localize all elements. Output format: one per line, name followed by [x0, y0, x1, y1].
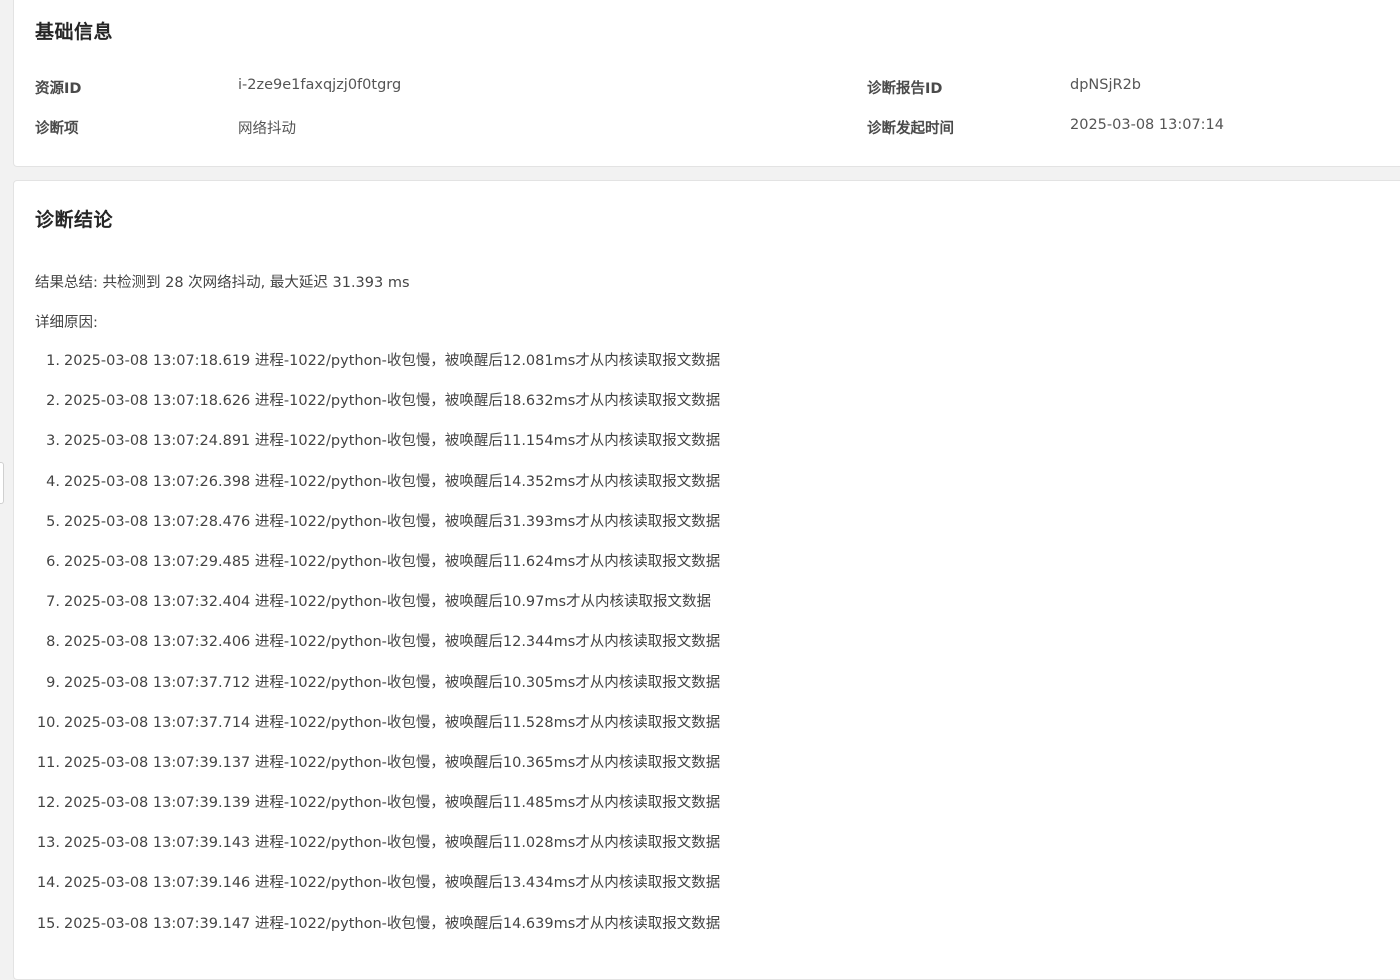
report-id-value: dpNSjR2b — [1070, 77, 1141, 93]
reason-item: 11. 2025-03-08 13:07:39.137 进程-1022/pytho… — [35, 753, 720, 793]
reason-number: 10. — [36, 714, 60, 731]
reason-item: 3. 2025-03-08 13:07:24.891 进程-1022/python… — [35, 431, 720, 471]
reason-text: 2025-03-08 13:07:32.404 进程-1022/python-收… — [64, 594, 712, 611]
reason-list: 1. 2025-03-08 13:07:18.619 进程-1022/python… — [35, 351, 720, 954]
diagnosis-item-value: 网络抖动 — [238, 121, 296, 137]
reason-text: 2025-03-08 13:07:39.143 进程-1022/python-收… — [64, 835, 721, 852]
reason-item: 1. 2025-03-08 13:07:18.619 进程-1022/python… — [35, 351, 720, 391]
reason-item: 4. 2025-03-08 13:07:26.398 进程-1022/python… — [35, 472, 720, 512]
reason-number: 8. — [46, 634, 60, 651]
basic-info-card: 基础信息 资源ID i-2ze9e1faxqjzj0f0tgrg 诊断报告ID … — [13, 0, 1400, 167]
diagnosis-item-label: 诊断项 — [35, 121, 79, 137]
reason-text: 2025-03-08 13:07:26.398 进程-1022/python-收… — [64, 473, 721, 490]
reason-text: 2025-03-08 13:07:18.619 进程-1022/python-收… — [64, 353, 721, 369]
report-id-label: 诊断报告ID — [867, 81, 943, 97]
reason-text: 2025-03-08 13:07:39.146 进程-1022/python-收… — [64, 875, 721, 892]
reason-text: 2025-03-08 13:07:32.406 进程-1022/python-收… — [64, 634, 721, 651]
reason-item: 8. 2025-03-08 13:07:32.406 进程-1022/python… — [35, 632, 720, 672]
basic-info-title: 基础信息 — [35, 21, 114, 43]
reason-item: 13. 2025-03-08 13:07:39.143 进程-1022/pytho… — [35, 833, 720, 873]
diagnosis-time-value: 2025-03-08 13:07:14 — [1070, 117, 1224, 133]
reason-number: 2. — [46, 393, 60, 410]
reason-number: 5. — [46, 513, 60, 530]
resource-id-label: 资源ID — [35, 81, 82, 97]
reason-item: 2. 2025-03-08 13:07:18.626 进程-1022/python… — [35, 391, 720, 431]
reason-number: 7. — [46, 594, 60, 611]
reason-item: 6. 2025-03-08 13:07:29.485 进程-1022/python… — [35, 552, 720, 592]
resource-id-value: i-2ze9e1faxqjzj0f0tgrg — [238, 77, 402, 93]
reason-text: 2025-03-08 13:07:37.714 进程-1022/python-收… — [64, 714, 721, 731]
reason-number: 9. — [46, 674, 60, 691]
reason-item: 15. 2025-03-08 13:07:39.147 进程-1022/pytho… — [35, 914, 720, 954]
reason-number: 12. — [36, 795, 60, 812]
reason-text: 2025-03-08 13:07:39.147 进程-1022/python-收… — [64, 915, 721, 932]
reason-item: 10. 2025-03-08 13:07:37.714 进程-1022/pytho… — [35, 713, 720, 753]
reason-number: 6. — [46, 553, 60, 570]
result-summary: 结果总结: 共检测到 28 次网络抖动, 最大延迟 31.393 ms — [35, 275, 410, 291]
reason-item: 12. 2025-03-08 13:07:39.139 进程-1022/pytho… — [35, 793, 720, 833]
reason-text: 2025-03-08 13:07:18.626 进程-1022/python-收… — [64, 393, 721, 410]
diagnosis-conclusion-card: 诊断结论 结果总结: 共检测到 28 次网络抖动, 最大延迟 31.393 ms… — [13, 180, 1400, 980]
reason-number: 15. — [36, 915, 60, 932]
reason-text: 2025-03-08 13:07:24.891 进程-1022/python-收… — [64, 433, 721, 450]
reason-number: 11. — [36, 754, 60, 771]
reason-item: 5. 2025-03-08 13:07:28.476 进程-1022/python… — [35, 512, 720, 552]
reason-number: 14. — [36, 875, 60, 892]
side-collapse-handle[interactable] — [0, 462, 4, 504]
reason-item: 7. 2025-03-08 13:07:32.404 进程-1022/python… — [35, 592, 720, 632]
reason-number: 1. — [46, 353, 60, 369]
reason-item: 14. 2025-03-08 13:07:39.146 进程-1022/pytho… — [35, 873, 720, 913]
reason-number: 3. — [46, 433, 60, 450]
reason-text: 2025-03-08 13:07:29.485 进程-1022/python-收… — [64, 553, 721, 570]
conclusion-title: 诊断结论 — [35, 209, 114, 231]
detail-reason-label: 详细原因: — [35, 315, 98, 331]
reason-item: 9. 2025-03-08 13:07:37.712 进程-1022/python… — [35, 673, 720, 713]
reason-number: 4. — [46, 473, 60, 490]
reason-text: 2025-03-08 13:07:37.712 进程-1022/python-收… — [64, 674, 721, 691]
reason-number: 13. — [36, 835, 60, 852]
reason-text: 2025-03-08 13:07:39.137 进程-1022/python-收… — [64, 754, 721, 771]
reason-text: 2025-03-08 13:07:39.139 进程-1022/python-收… — [64, 795, 721, 812]
diagnosis-time-label: 诊断发起时间 — [867, 121, 954, 137]
reason-text: 2025-03-08 13:07:28.476 进程-1022/python-收… — [64, 513, 721, 530]
